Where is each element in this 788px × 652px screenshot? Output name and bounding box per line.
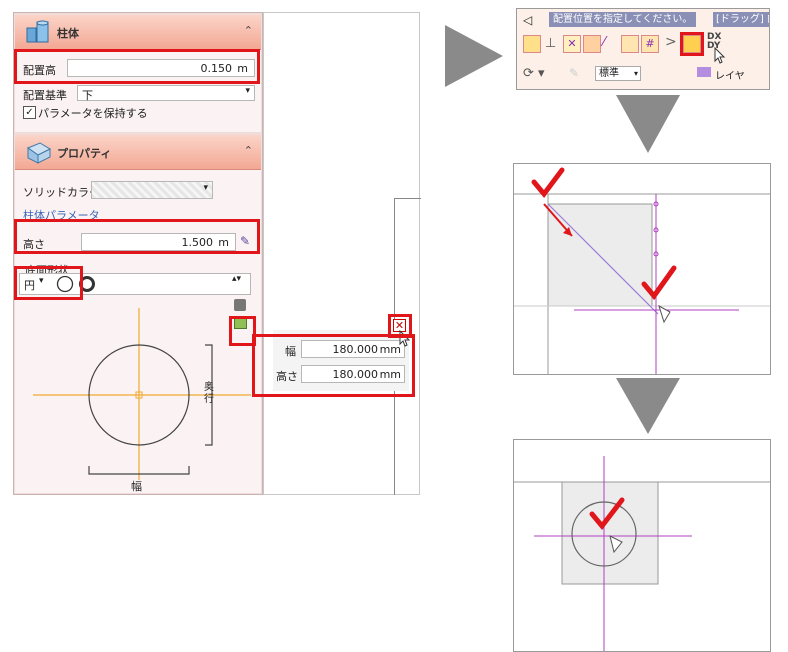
standard-select[interactable]: 標準 ▾	[595, 66, 641, 81]
keep-params-label: パラメータを保持する	[38, 107, 148, 120]
mouse-cursor-icon	[714, 47, 726, 64]
keep-params-checkbox[interactable]: ✓	[23, 106, 36, 119]
property-shape-icon	[26, 142, 52, 164]
sort-arrows-icon[interactable]: ▴▾	[232, 274, 241, 284]
depth-axis-label: 奥行	[204, 382, 214, 405]
toolbar-screenshot: ◁ 配置位置を指定してください。 [ドラッグ] 向き ⊥ ✕ ⁄ # > DX …	[516, 8, 770, 90]
step-arrow-right-icon	[445, 25, 503, 87]
drawing-canvas[interactable]	[263, 12, 421, 495]
layer-icon[interactable]	[697, 67, 711, 77]
highlight-height	[14, 219, 260, 254]
step-arrow-down-icon	[616, 378, 680, 434]
line-snap-icon[interactable]	[621, 35, 639, 53]
disabled-tool-icon: ✎	[569, 66, 580, 80]
collapse-chevron-icon[interactable]: ⌃	[244, 144, 253, 157]
layer-label: レイヤ	[715, 71, 745, 82]
width-axis-label: 幅	[131, 480, 142, 493]
collapse-chevron-icon[interactable]: ⌃	[244, 24, 253, 37]
back-arrow-icon[interactable]: ◁	[523, 13, 532, 27]
grid-snap-icon[interactable]: #	[641, 35, 659, 53]
hint-message: 配置位置を指定してください。	[549, 12, 697, 27]
column-section-header[interactable]: 柱体 ⌃	[15, 15, 261, 50]
perpendicular-icon[interactable]: ⊥	[545, 36, 556, 51]
property-section-header[interactable]: プロパティ ⌃	[15, 135, 261, 170]
rotate-icon[interactable]: ⟳ ▾	[523, 66, 545, 81]
placement-drawing	[514, 167, 770, 374]
hint-text: 配置位置を指定してください。	[553, 14, 693, 25]
edge-snap-icon[interactable]	[583, 35, 601, 53]
standard-label: 標準	[599, 68, 619, 79]
dropdown-arrow-icon: ▾	[203, 183, 208, 193]
property-section-title: プロパティ	[57, 147, 112, 160]
column-icon	[26, 20, 49, 43]
result-step-screenshot	[513, 439, 771, 652]
highlight-placement-height	[14, 49, 260, 84]
tangent-icon[interactable]: ⁄	[603, 35, 605, 50]
intersection-icon[interactable]: ✕	[563, 35, 581, 53]
angle-icon[interactable]: >	[665, 34, 677, 50]
highlight-close	[388, 314, 412, 338]
highlight-popup	[252, 334, 415, 397]
step-arrow-down-icon	[616, 95, 680, 153]
solid-color-label: ソリッドカラー	[23, 186, 100, 199]
placement-base-value: 下	[82, 89, 93, 102]
drag-hint: [ドラッグ] 向き	[713, 12, 769, 27]
result-drawing	[514, 456, 770, 651]
solid-color-select[interactable]: ▾	[91, 181, 213, 199]
highlight-shape	[14, 266, 83, 300]
corner-snap-icon[interactable]	[523, 35, 541, 53]
column-section-title: 柱体	[57, 27, 79, 40]
dropdown-arrow-icon: ▾	[633, 69, 638, 78]
check-mark-icon	[531, 167, 565, 199]
dropdown-arrow-icon: ▾	[245, 86, 250, 96]
placement-step-screenshot	[513, 163, 771, 375]
placement-base-select[interactable]: 下 ▾	[77, 85, 255, 102]
shape-preview	[33, 308, 251, 480]
placement-base-label: 配置基準	[23, 89, 67, 102]
highlight-midpoint-button	[680, 32, 704, 56]
drag-hint-text: [ドラッグ] 向き	[716, 14, 769, 25]
